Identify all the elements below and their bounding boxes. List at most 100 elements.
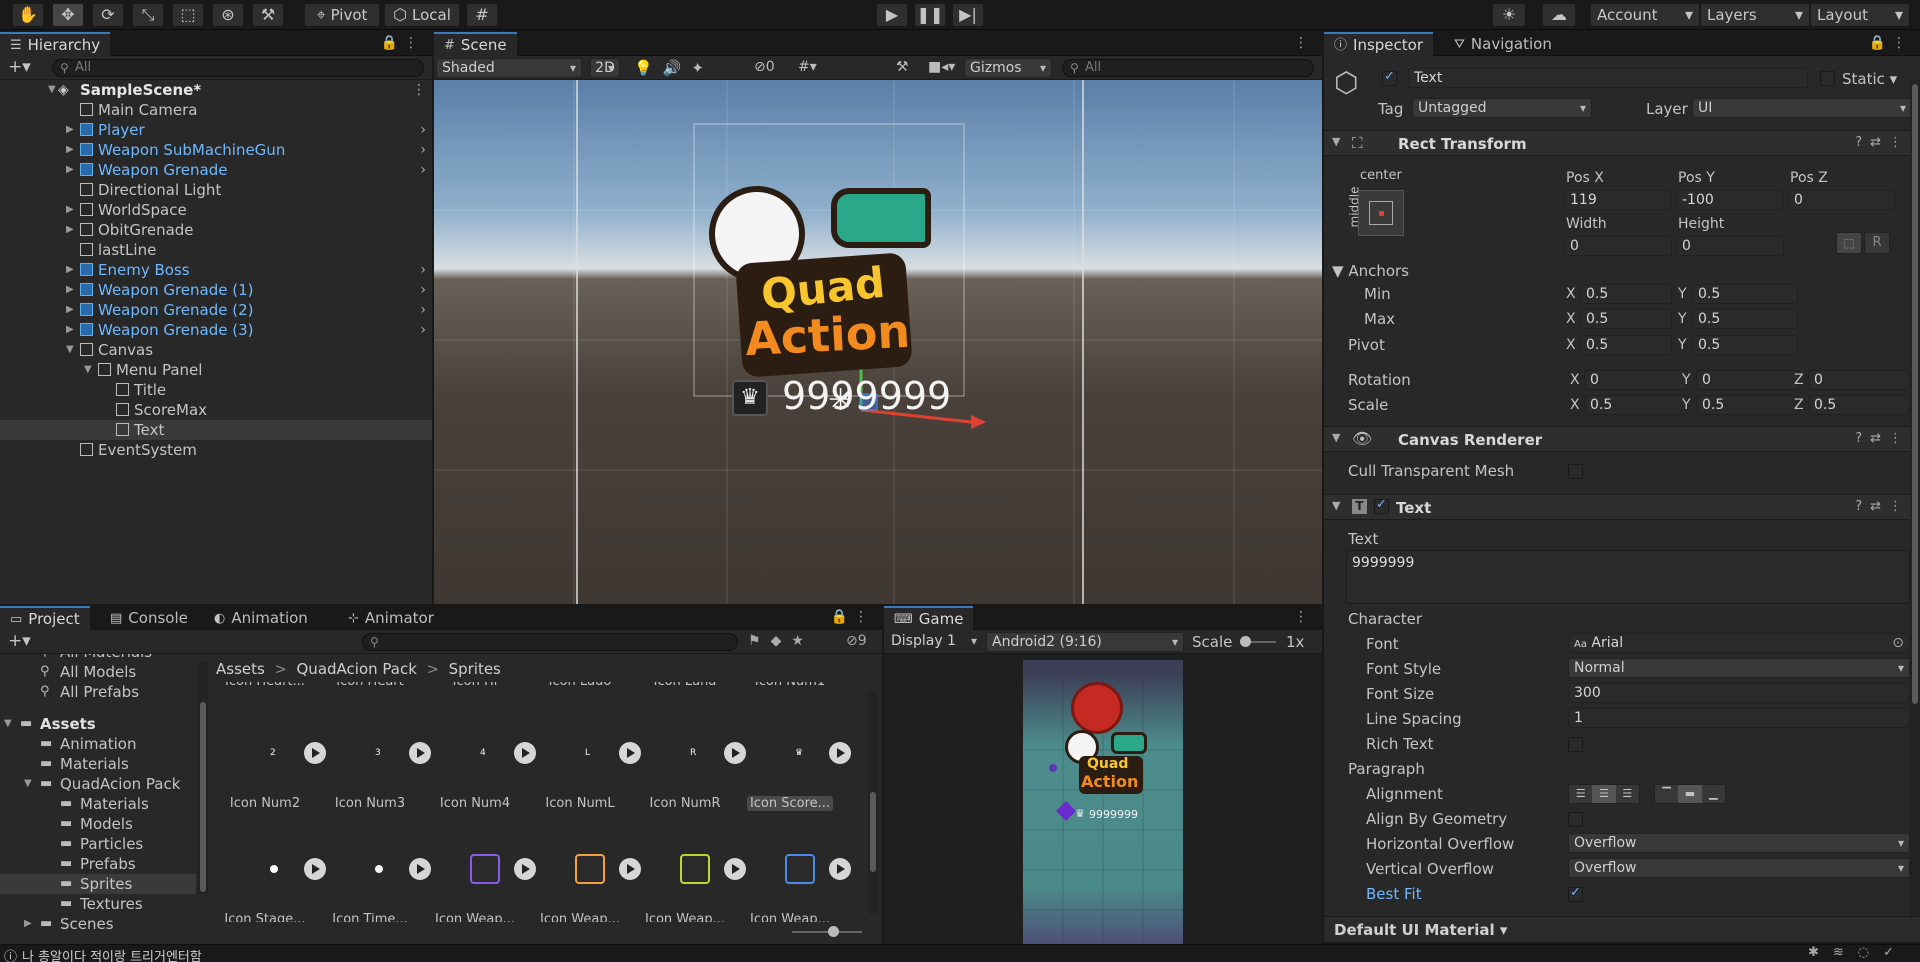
align-middle-icon[interactable]: ▬ bbox=[1678, 785, 1702, 803]
status-icons[interactable]: ✱≋◌✓ bbox=[1808, 945, 1908, 960]
scale-z-field[interactable]: 0.5 bbox=[1808, 395, 1910, 415]
foldout-expanded-icon[interactable]: ▼ bbox=[4, 714, 12, 734]
posx-field[interactable]: 119 bbox=[1564, 190, 1672, 210]
object-name-field[interactable]: Text bbox=[1408, 68, 1808, 88]
services-button[interactable]: ☀ bbox=[1492, 3, 1526, 27]
material-dropdown[interactable]: Default UI Material ▾ bbox=[1334, 921, 1507, 939]
project-tree-item[interactable]: ▬ Prefabs bbox=[0, 854, 196, 874]
sprite-thumbnail[interactable]: R bbox=[690, 748, 696, 758]
rotation-x-field[interactable]: 0 bbox=[1584, 370, 1688, 390]
text-value-area[interactable]: 9999999 bbox=[1346, 550, 1910, 604]
static-checkbox[interactable] bbox=[1820, 71, 1835, 86]
anchor-max-y-field[interactable]: 0.5 bbox=[1692, 309, 1798, 329]
scene-menu-icon[interactable]: ⋮ bbox=[412, 80, 426, 100]
hierarchy-item[interactable]: ▶ WorldSpace bbox=[0, 200, 432, 220]
hierarchy-item[interactable]: Text bbox=[0, 420, 432, 440]
expand-sprite-icon[interactable] bbox=[619, 742, 641, 764]
move-tool-button[interactable]: ✥ bbox=[52, 3, 84, 27]
scale-x-field[interactable]: 0.5 bbox=[1584, 395, 1688, 415]
sprite-thumbnail[interactable]: ♛ bbox=[795, 748, 803, 758]
filter-type-icon[interactable]: ⚑ bbox=[748, 633, 771, 649]
object-picker-icon[interactable]: ⊙ bbox=[1892, 634, 1904, 652]
expand-sprite-icon[interactable] bbox=[724, 858, 746, 880]
rich-text-checkbox[interactable] bbox=[1568, 737, 1583, 752]
sprite-thumbnail[interactable]: L bbox=[585, 748, 590, 758]
aspect-dropdown[interactable]: Android2 (9:16) bbox=[986, 632, 1184, 652]
pause-button[interactable]: ❚❚ bbox=[914, 3, 946, 27]
scale-slider-thumb[interactable] bbox=[1240, 636, 1251, 647]
foldout-arrow-icon[interactable]: ▼ bbox=[1332, 431, 1340, 444]
sprite-thumbnail[interactable] bbox=[680, 854, 710, 884]
rect-tool-button[interactable]: ⬚ bbox=[172, 3, 204, 27]
breadcrumb-sprites[interactable]: Sprites bbox=[449, 660, 501, 678]
inspector-scroll-thumb[interactable] bbox=[1912, 84, 1918, 704]
expand-sprite-icon[interactable] bbox=[829, 742, 851, 764]
effects-icon[interactable]: ✦ bbox=[691, 59, 714, 77]
hierarchy-item[interactable]: ▶ Player › bbox=[0, 120, 432, 140]
scene-viewport[interactable]: ✳ Quad Action ♛ 9999999 bbox=[434, 80, 1322, 604]
tag-dropdown[interactable]: Untagged bbox=[1412, 98, 1592, 118]
component-menu-icon[interactable]: ?⇄⋮ bbox=[1855, 135, 1910, 150]
hierarchy-item[interactable]: ▶ Weapon Grenade (3) › bbox=[0, 320, 432, 340]
foldout-expanded-icon[interactable]: ▼ bbox=[66, 340, 74, 360]
raw-edit-button[interactable]: R bbox=[1864, 232, 1890, 254]
foldout-expanded-icon[interactable]: ▼ bbox=[84, 360, 92, 380]
tab-scene[interactable]: # Scene bbox=[434, 32, 517, 56]
shading-dropdown[interactable]: Shaded bbox=[436, 58, 582, 78]
favorite-icon[interactable]: ★ bbox=[791, 633, 814, 649]
pivot-y-field[interactable]: 0.5 bbox=[1692, 335, 1798, 355]
active-checkbox[interactable] bbox=[1382, 69, 1397, 86]
tab-hierarchy[interactable]: ☰ Hierarchy bbox=[0, 32, 111, 56]
text-component-header[interactable]: ▼ T Text ?⇄⋮ bbox=[1324, 494, 1920, 520]
custom-tool-button[interactable]: ⚒ bbox=[252, 3, 284, 27]
project-tree-item[interactable]: ⚲ All Prefabs bbox=[0, 682, 196, 702]
project-tree-item[interactable]: ▶ ▬ Scenes bbox=[0, 914, 196, 934]
grid-snap-button[interactable]: # bbox=[466, 3, 498, 27]
scene-search-input[interactable]: All bbox=[1062, 59, 1314, 77]
prefab-open-icon[interactable]: › bbox=[420, 260, 426, 280]
hierarchy-search-input[interactable]: All bbox=[52, 59, 424, 77]
prefab-open-icon[interactable]: › bbox=[420, 120, 426, 140]
tab-inspector[interactable]: ⓘ Inspector bbox=[1324, 32, 1433, 56]
hierarchy-item[interactable]: ▼ Menu Panel bbox=[0, 360, 432, 380]
component-menu-icon[interactable]: ?⇄⋮ bbox=[1855, 431, 1910, 446]
tab-console[interactable]: ▤ Console bbox=[100, 606, 198, 630]
bug-icon[interactable]: ✱ bbox=[1808, 945, 1833, 960]
panel-menu-icon[interactable]: 🔒⋮ bbox=[381, 35, 424, 51]
panel-menu-icon[interactable]: ⋮ bbox=[1294, 609, 1314, 625]
grid-scrollbar[interactable] bbox=[868, 692, 878, 914]
scene-toggles[interactable]: 💡🔊✦ bbox=[634, 59, 714, 77]
anchors-foldout[interactable]: ▼ Anchors bbox=[1332, 262, 1409, 280]
prefab-open-icon[interactable]: › bbox=[420, 140, 426, 160]
prefab-open-icon[interactable]: › bbox=[420, 320, 426, 340]
transform-tool-button[interactable]: ⊛ bbox=[212, 3, 244, 27]
expand-sprite-icon[interactable] bbox=[829, 858, 851, 880]
cloud-button[interactable]: ☁ bbox=[1542, 3, 1576, 27]
width-field[interactable]: 0 bbox=[1564, 236, 1672, 256]
hierarchy-item[interactable]: Main Camera bbox=[0, 100, 432, 120]
anchor-presets-button[interactable] bbox=[1358, 190, 1404, 236]
anchor-max-x-field[interactable]: 0.5 bbox=[1580, 309, 1672, 329]
display-dropdown[interactable]: Display 1 bbox=[886, 632, 982, 652]
tab-game[interactable]: ⌨ Game bbox=[884, 606, 974, 630]
project-search-input[interactable] bbox=[362, 633, 738, 651]
font-size-field[interactable]: 300 bbox=[1568, 683, 1910, 703]
light-icon[interactable]: 💡 bbox=[634, 59, 663, 77]
pivot-x-field[interactable]: 0.5 bbox=[1580, 335, 1672, 355]
sprite-thumbnail[interactable] bbox=[270, 865, 278, 873]
expand-sprite-icon[interactable] bbox=[514, 858, 536, 880]
align-right-icon[interactable]: ☰ bbox=[1616, 785, 1639, 803]
breadcrumb-assets[interactable]: Assets bbox=[216, 660, 265, 678]
foldout-collapsed-icon[interactable]: ▶ bbox=[66, 320, 74, 340]
hand-tool-button[interactable]: ✋ bbox=[12, 3, 44, 27]
hidden-objects-toggle[interactable]: ⊘0 bbox=[754, 59, 775, 75]
foldout-collapsed-icon[interactable]: ▶ bbox=[66, 120, 74, 140]
rotation-y-field[interactable]: 0 bbox=[1696, 370, 1800, 390]
rotate-tool-button[interactable]: ⟳ bbox=[92, 3, 124, 27]
inspector-scrollbar[interactable] bbox=[1910, 80, 1920, 920]
hierarchy-item[interactable]: ▶ ObitGrenade bbox=[0, 220, 432, 240]
foldout-collapsed-icon[interactable]: ▶ bbox=[24, 914, 32, 934]
tree-scrollbar[interactable] bbox=[198, 662, 208, 894]
sprite-thumbnail[interactable] bbox=[785, 854, 815, 884]
hierarchy-item[interactable]: ▼ Canvas bbox=[0, 340, 432, 360]
